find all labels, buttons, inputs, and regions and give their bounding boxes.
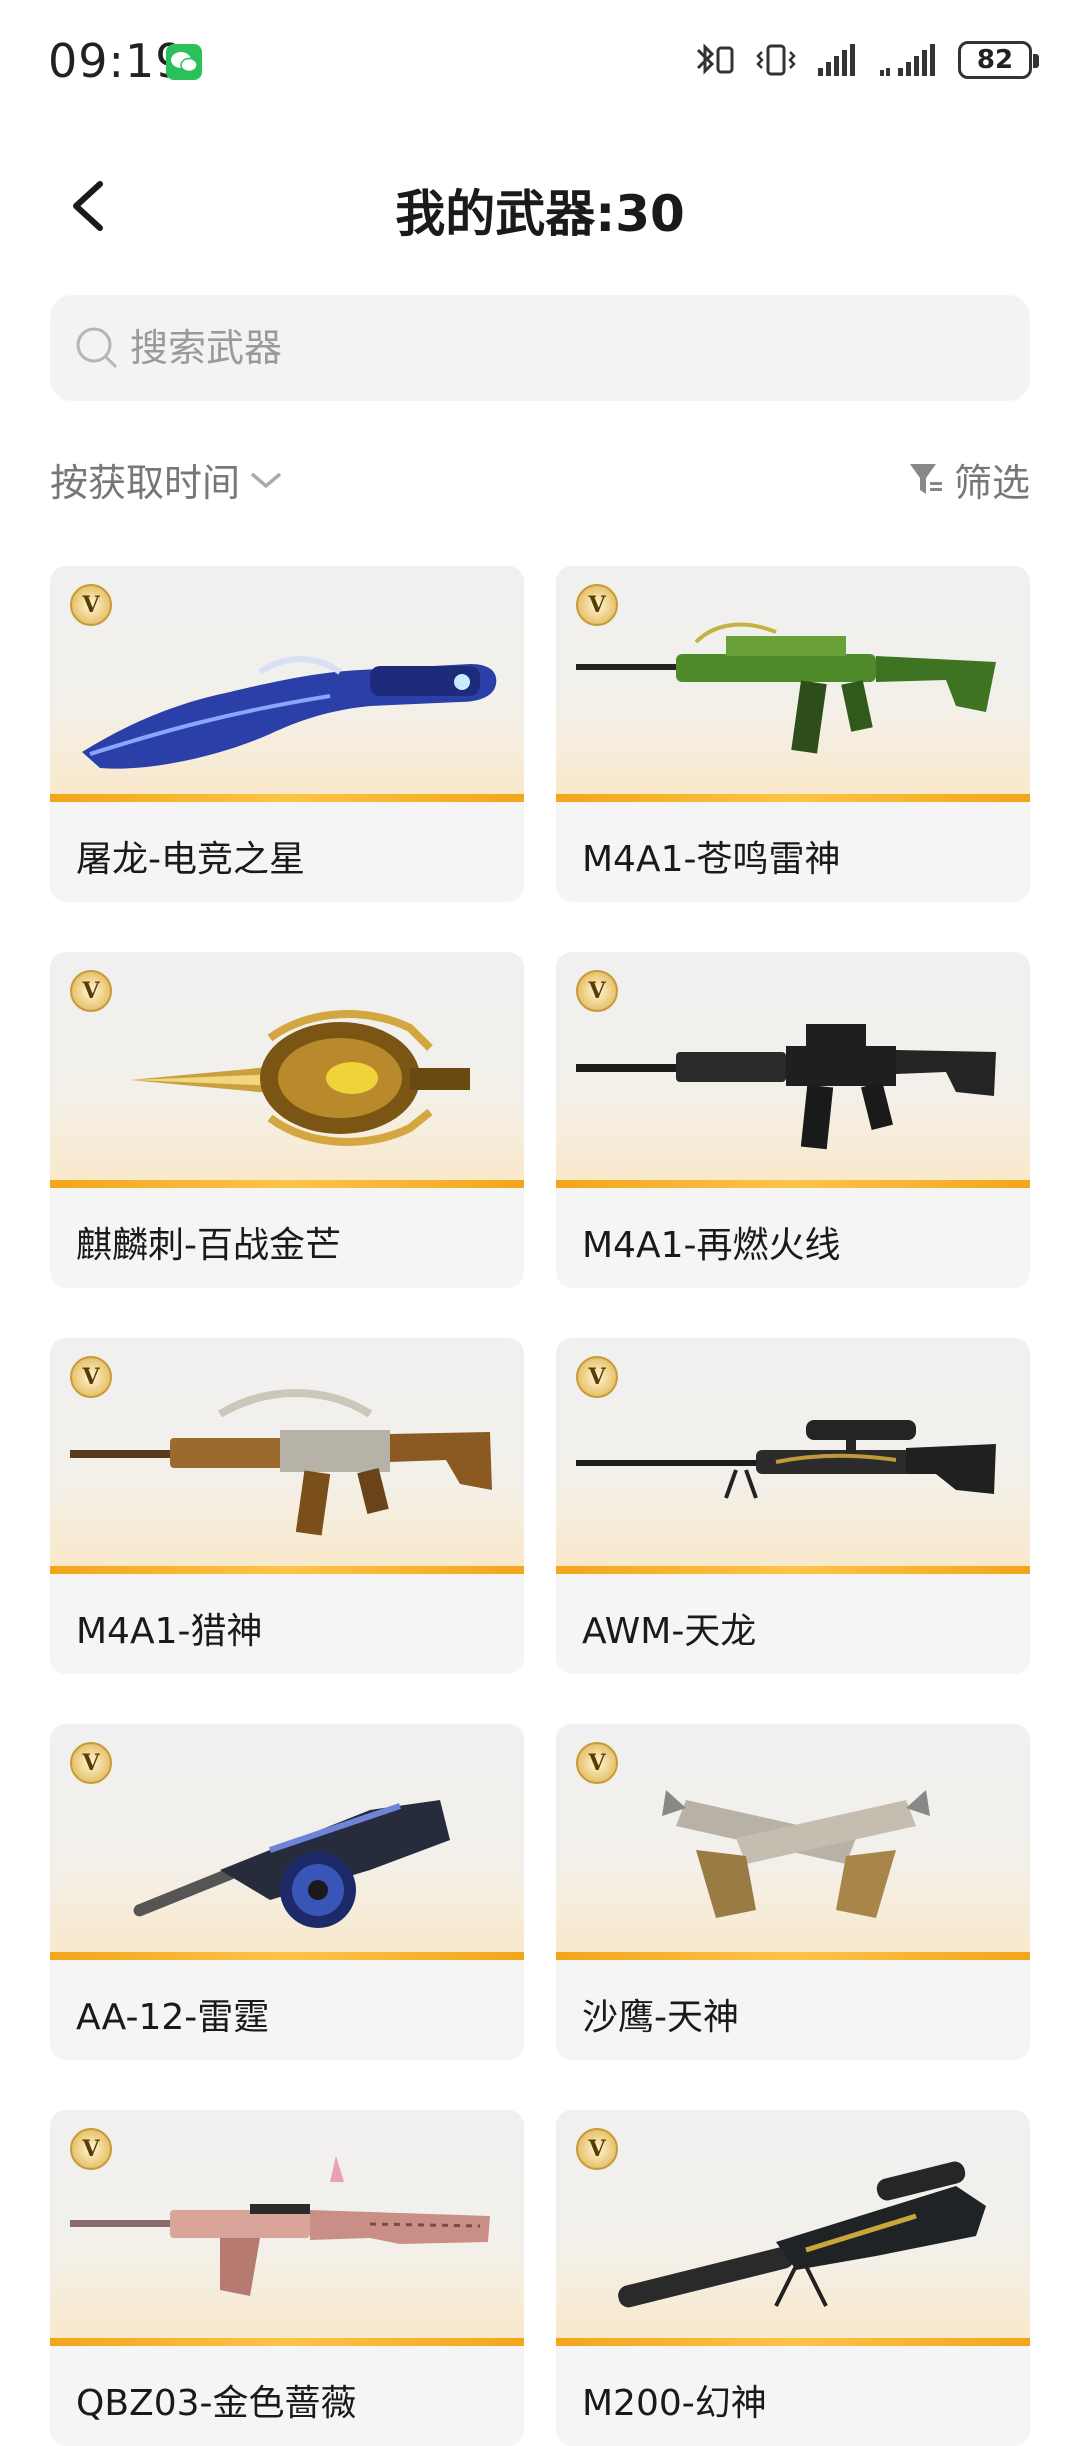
weapon-thumbnail: V [50, 1338, 524, 1574]
weapon-card[interactable]: V 麒麟刺-百战金芒 [50, 952, 524, 1288]
weapon-name: M200-幻神 [582, 2383, 767, 2424]
page-title: 我的武器:30 [395, 185, 685, 243]
chevron-down-icon [250, 472, 282, 488]
weapon-name: QBZ03-金色蔷薇 [76, 2383, 357, 2424]
weapon-name: M4A1-苍鸣雷神 [582, 839, 841, 880]
vip-badge-icon: V [70, 1742, 112, 1784]
vip-badge-icon: V [576, 2128, 618, 2170]
vip-badge-icon: V [576, 970, 618, 1012]
assault-rifle-icon [576, 1024, 996, 1150]
weapon-card[interactable]: V 屠龙-电竞之星 [50, 566, 524, 902]
weapon-card[interactable]: V 沙鹰-天神 [556, 1724, 1030, 2060]
weapon-card[interactable]: V QBZ03-金色蔷薇 [50, 2110, 524, 2446]
weapon-thumbnail: V [50, 1724, 524, 1960]
bluetooth-icon [696, 43, 734, 75]
filter-label: 筛选 [953, 461, 1030, 505]
weapon-card[interactable]: V M4A1-再燃火线 [556, 952, 1030, 1288]
weapon-thumbnail: V [556, 1338, 1030, 1574]
search-input[interactable] [128, 317, 1012, 379]
weapon-card[interactable]: V AA-12-雷霆 [50, 1724, 524, 2060]
status-bar: 09:19 82 [0, 0, 1080, 120]
assault-rifle-icon [576, 622, 996, 754]
weapon-thumbnail: V [556, 952, 1030, 1188]
vip-badge-icon: V [70, 2128, 112, 2170]
assault-rifle-icon [70, 2156, 490, 2296]
weapon-name: AWM-天龙 [582, 1611, 757, 1652]
battery-indicator: 82 [958, 41, 1039, 79]
filter-button[interactable]: 筛选 [906, 452, 1030, 507]
weapon-thumbnail: V [50, 952, 524, 1188]
kukri-knife-icon [82, 656, 497, 769]
weapon-name: M4A1-猎神 [76, 1611, 263, 1652]
vip-badge-icon: V [70, 584, 112, 626]
search-bar[interactable] [50, 295, 1030, 401]
sort-label: 按获取时间 [50, 461, 241, 505]
weapon-thumbnail: V [556, 1724, 1030, 1960]
weapon-card[interactable]: V M200-幻神 [556, 2110, 1030, 2446]
wechat-icon [166, 44, 202, 80]
weapon-name: 沙鹰-天神 [582, 1997, 739, 2038]
signal-icon-2 [880, 44, 935, 76]
sniper-rifle-icon [618, 2161, 986, 2308]
status-icons: 82 [692, 38, 1039, 82]
status-time: 09:19 [48, 34, 186, 88]
vip-badge-icon: V [576, 1356, 618, 1398]
sort-dropdown[interactable]: 按获取时间 [50, 452, 284, 507]
vip-badge-icon: V [70, 970, 112, 1012]
weapon-card[interactable]: V M4A1-猎神 [50, 1338, 524, 1674]
weapon-thumbnail: V [556, 2110, 1030, 2346]
weapon-card[interactable]: V AWM-天龙 [556, 1338, 1030, 1674]
vibrate-icon [756, 44, 796, 76]
vip-badge-icon: V [576, 1742, 618, 1784]
weapon-card[interactable]: V M4A1-苍鸣雷神 [556, 566, 1030, 902]
weapon-thumbnail: V [556, 566, 1030, 802]
assault-rifle-icon [70, 1389, 492, 1536]
weapon-grid: V 屠龙-电竞之星 V M4A1-苍鸣雷神 V 麒麟刺-百战金芒 V M4A1-… [50, 566, 1030, 2446]
weapon-name: AA-12-雷霆 [76, 1997, 270, 2038]
signal-icon-1 [818, 44, 855, 76]
weapon-thumbnail: V [50, 2110, 524, 2346]
weapon-name: M4A1-再燃火线 [582, 1225, 841, 1266]
filter-icon [909, 463, 942, 494]
weapon-name: 屠龙-电竞之星 [76, 839, 305, 880]
sniper-rifle-icon [576, 1420, 996, 1499]
weapon-thumbnail: V [50, 566, 524, 802]
golden-blade-icon [130, 1010, 470, 1146]
drum-shotgun-icon [133, 1800, 450, 1928]
dual-pistols-icon [662, 1790, 930, 1918]
vip-badge-icon: V [70, 1356, 112, 1398]
weapon-name: 麒麟刺-百战金芒 [76, 1225, 341, 1266]
vip-badge-icon: V [576, 584, 618, 626]
search-icon [76, 327, 118, 369]
